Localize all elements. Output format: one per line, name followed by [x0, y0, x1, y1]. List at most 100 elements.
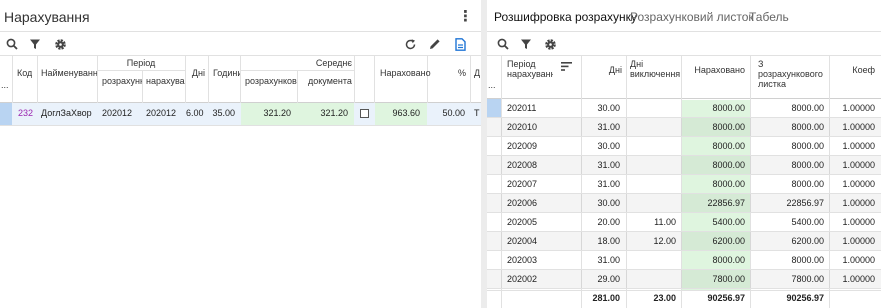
cell-avg-doc[interactable]: 321.20: [298, 108, 348, 118]
cell-coef[interactable]: 1.00000: [829, 270, 875, 289]
col-header-accrued[interactable]: Нараховано: [380, 68, 431, 78]
cell-kod[interactable]: 232: [13, 108, 33, 118]
cell-days-excl[interactable]: [626, 251, 676, 270]
cell-period[interactable]: 202003: [507, 251, 577, 270]
cell-days[interactable]: 18.00: [581, 232, 620, 251]
col-header-hours[interactable]: Години: [213, 68, 240, 78]
row-menu[interactable]: ...: [488, 80, 500, 90]
gear-icon[interactable]: [52, 36, 68, 52]
table-row[interactable]: 202011 30.00 8000.00 8000.00 1.00000: [487, 99, 881, 118]
gear-icon[interactable]: [542, 36, 558, 52]
cell-hours[interactable]: 35.00: [208, 108, 235, 118]
cell-from-calc[interactable]: 8000.00: [750, 156, 824, 175]
cell-accrued[interactable]: 8000.00: [681, 137, 745, 156]
col-header-name[interactable]: Найменування: [41, 68, 97, 78]
cell-avg-calc[interactable]: 321.20: [241, 108, 291, 118]
cell-days[interactable]: 31.00: [581, 156, 620, 175]
cell-period[interactable]: 202009: [507, 137, 577, 156]
col-header-d[interactable]: Д: [474, 68, 480, 78]
cell-coef[interactable]: 1.00000: [829, 251, 875, 270]
cell-period[interactable]: 202002: [507, 270, 577, 289]
cell-period-calc[interactable]: 202012: [102, 108, 132, 118]
table-row[interactable]: 232 ДоглЗаХвор 202012 202012 6.00 35.00 …: [0, 103, 481, 125]
cell-from-calc[interactable]: 8000.00: [750, 99, 824, 118]
table-row[interactable]: 202008 31.00 8000.00 8000.00 1.00000: [487, 156, 881, 175]
col-header-avg-doc[interactable]: документа: [308, 76, 354, 86]
cell-days[interactable]: 30.00: [581, 99, 620, 118]
tab-calc-details[interactable]: Розшифровка розрахунку: [494, 10, 637, 24]
table-row[interactable]: 202004 18.00 12.00 6200.00 6200.00 1.00000: [487, 232, 881, 251]
table-row[interactable]: 202009 30.00 8000.00 8000.00 1.00000: [487, 137, 881, 156]
cell-period[interactable]: 202007: [507, 175, 577, 194]
col-header-avg-calc[interactable]: розрахунковое: [245, 76, 297, 86]
cell-days[interactable]: 30.00: [581, 194, 620, 213]
cell-from-calc[interactable]: 8000.00: [750, 137, 824, 156]
col-header-coef[interactable]: Коеф: [829, 65, 875, 75]
cell-period[interactable]: 202010: [507, 118, 577, 137]
cell-period[interactable]: 202004: [507, 232, 577, 251]
table-row[interactable]: 202005 20.00 11.00 5400.00 5400.00 1.00000: [487, 213, 881, 232]
edit-icon[interactable]: [427, 36, 443, 52]
cell-accrued[interactable]: 22856.97: [681, 194, 745, 213]
col-header-days[interactable]: Дні: [581, 65, 622, 75]
row-selector[interactable]: [487, 99, 501, 118]
col-header-period[interactable]: Період нарахування: [507, 59, 553, 79]
cell-period-accr[interactable]: 202012: [146, 108, 176, 118]
document-icon[interactable]: [452, 36, 468, 52]
col-header-days[interactable]: Дні: [185, 68, 208, 78]
cell-period[interactable]: 202011: [507, 99, 577, 118]
cell-days[interactable]: 30.00: [581, 137, 620, 156]
cell-days-excl[interactable]: [626, 270, 676, 289]
search-icon[interactable]: [4, 36, 20, 52]
cell-coef[interactable]: 1.00000: [829, 213, 875, 232]
cell-days-excl[interactable]: [626, 99, 676, 118]
refresh-icon[interactable]: [402, 36, 418, 52]
col-header-accrued[interactable]: Нараховано: [681, 65, 745, 75]
more-menu-icon[interactable]: ⋮: [458, 7, 473, 25]
table-row[interactable]: 202003 31.00 8000.00 8000.00 1.00000: [487, 251, 881, 270]
cell-d[interactable]: Т: [474, 108, 480, 118]
cell-days-excl[interactable]: [626, 118, 676, 137]
cell-coef[interactable]: 1.00000: [829, 232, 875, 251]
cell-from-calc[interactable]: 8000.00: [750, 118, 824, 137]
col-header-pct[interactable]: %: [427, 68, 466, 78]
tab-timesheet[interactable]: Табель: [749, 10, 789, 24]
cell-accrued[interactable]: 7800.00: [681, 270, 745, 289]
col-header-kod[interactable]: Код: [17, 68, 32, 78]
cell-from-calc[interactable]: 5400.00: [750, 213, 824, 232]
cell-coef[interactable]: 1.00000: [829, 118, 875, 137]
table-row[interactable]: 202007 31.00 8000.00 8000.00 1.00000: [487, 175, 881, 194]
cell-days[interactable]: 29.00: [581, 270, 620, 289]
row-checkbox[interactable]: [360, 109, 369, 118]
cell-days-excl[interactable]: [626, 175, 676, 194]
filter-icon[interactable]: [27, 36, 43, 52]
row-menu[interactable]: ...: [1, 80, 12, 90]
cell-coef[interactable]: 1.00000: [829, 194, 875, 213]
cell-accrued[interactable]: 963.60: [375, 108, 420, 118]
cell-accrued[interactable]: 5400.00: [681, 213, 745, 232]
cell-days[interactable]: 31.00: [581, 175, 620, 194]
cell-coef[interactable]: 1.00000: [829, 99, 875, 118]
col-header-days-excl[interactable]: Дні виключення: [630, 59, 680, 79]
cell-accrued[interactable]: 8000.00: [681, 251, 745, 270]
cell-accrued[interactable]: 8000.00: [681, 156, 745, 175]
row-selector[interactable]: [0, 103, 12, 125]
cell-from-calc[interactable]: 6200.00: [750, 232, 824, 251]
table-row[interactable]: 202006 30.00 22856.97 22856.97 1.00000: [487, 194, 881, 213]
cell-coef[interactable]: 1.00000: [829, 175, 875, 194]
tab-payslip[interactable]: Розрахунковий листок: [630, 10, 754, 24]
cell-days-excl[interactable]: [626, 194, 676, 213]
col-header-period-accr[interactable]: нарахування: [146, 76, 185, 86]
cell-period[interactable]: 202005: [507, 213, 577, 232]
cell-accrued[interactable]: 8000.00: [681, 175, 745, 194]
col-header-from-calc[interactable]: З розрахункового листка: [758, 59, 828, 89]
sort-icon[interactable]: [561, 62, 572, 74]
cell-from-calc[interactable]: 8000.00: [750, 175, 824, 194]
cell-period[interactable]: 202008: [507, 156, 577, 175]
search-icon[interactable]: [495, 36, 511, 52]
cell-days-excl[interactable]: 11.00: [626, 213, 676, 232]
cell-period[interactable]: 202006: [507, 194, 577, 213]
cell-accrued[interactable]: 6200.00: [681, 232, 745, 251]
cell-days-excl[interactable]: [626, 156, 676, 175]
table-row[interactable]: 202010 31.00 8000.00 8000.00 1.00000: [487, 118, 881, 137]
